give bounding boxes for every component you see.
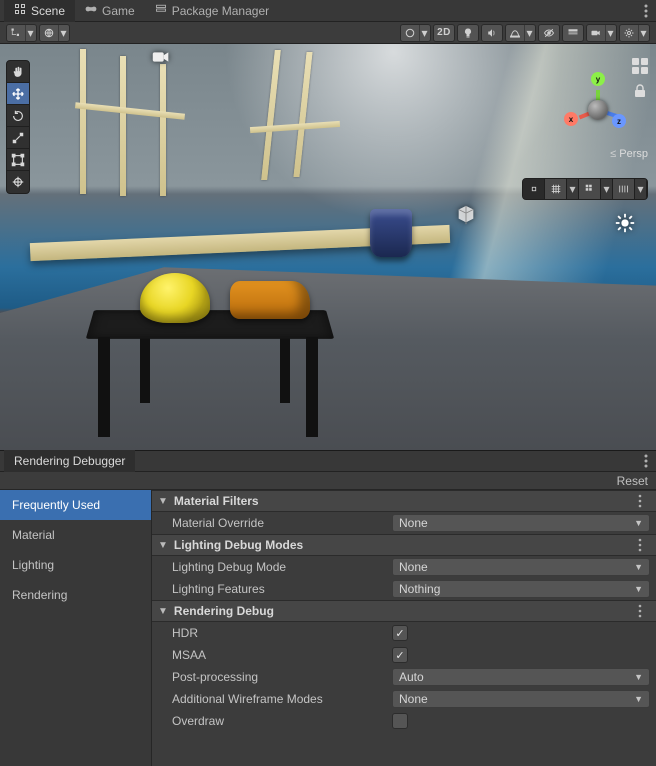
move-tool[interactable]: [7, 83, 29, 105]
2d-toggle[interactable]: 2D: [433, 24, 455, 42]
manipulator-toolbar: [6, 60, 30, 194]
snap-increment-dropdown[interactable]: ▾: [601, 179, 613, 199]
reflection-probe-icon[interactable]: [455, 204, 477, 226]
wireframe-dropdown[interactable]: None▼: [392, 690, 650, 708]
grid-visibility-button[interactable]: [523, 179, 545, 199]
reset-button[interactable]: Reset: [617, 474, 648, 488]
row-lighting-features: Lighting Features Nothing▼: [152, 578, 656, 600]
projection-label[interactable]: Persp: [610, 148, 648, 160]
section-material-menu[interactable]: [630, 494, 650, 508]
row-hdr: HDR ✓: [152, 622, 656, 644]
stud: [80, 49, 86, 194]
row-overdraw: Overdraw: [152, 710, 656, 732]
category-material[interactable]: Material: [0, 520, 151, 550]
hand-tool[interactable]: [7, 61, 29, 83]
transform-tool[interactable]: [7, 171, 29, 193]
msaa-checkbox[interactable]: ✓: [392, 647, 408, 663]
tab-game-label: Game: [102, 4, 135, 18]
section-material-filters[interactable]: ▼ Material Filters: [152, 490, 656, 512]
gizmos-button[interactable]: ▾: [619, 24, 650, 42]
debugger-panel: ▼ Material Filters Material Override Non…: [152, 490, 656, 766]
visibility-toggle[interactable]: [538, 24, 560, 42]
scene-toolbar: ▾ ▾ ▾ 2D ▾: [0, 22, 656, 44]
axis-z[interactable]: z: [612, 114, 626, 128]
debugger-body: Frequently Used Material Lighting Render…: [0, 490, 656, 766]
top-tab-bar: Scene Game Package Manager: [0, 0, 656, 22]
camera-button[interactable]: ▾: [586, 24, 617, 42]
axis-x[interactable]: x: [564, 112, 578, 126]
snap-increment-button[interactable]: [579, 179, 601, 199]
debugger-toolbar: Reset: [0, 472, 656, 490]
rect-tool[interactable]: [7, 149, 29, 171]
light-gizmo-icon[interactable]: [614, 212, 636, 234]
row-postprocessing: Post-processing Auto▼: [152, 666, 656, 688]
fx-toggle[interactable]: ▾: [505, 24, 536, 42]
scene-viewport[interactable]: y x z Persp ▾ ▾ ▾: [0, 44, 656, 450]
snap-settings-dropdown[interactable]: ▾: [635, 179, 647, 199]
window-layout-icon[interactable]: [632, 58, 648, 74]
pivot-mode-button[interactable]: ▾: [6, 24, 37, 42]
tab-rendering-debugger[interactable]: Rendering Debugger: [4, 450, 135, 472]
row-material-override: Material Override None▼: [152, 512, 656, 534]
debugger-tabs-menu[interactable]: [636, 454, 656, 468]
lighting-mode-dropdown[interactable]: None▼: [392, 558, 650, 576]
paint-bucket: [370, 209, 412, 257]
section-rendering-debug[interactable]: ▼ Rendering Debug: [152, 600, 656, 622]
row-msaa: MSAA ✓: [152, 644, 656, 666]
top-tabs-menu[interactable]: [636, 4, 656, 18]
orientation-gizmo[interactable]: y x z Persp: [548, 50, 648, 180]
section-lighting-menu[interactable]: [630, 538, 650, 552]
category-rendering[interactable]: Rendering: [0, 580, 151, 610]
jigsaw: [230, 281, 310, 319]
scale-tool[interactable]: [7, 127, 29, 149]
snap-grid-dropdown[interactable]: ▾: [567, 179, 579, 199]
package-icon: [155, 3, 167, 18]
section-rendering-menu[interactable]: [630, 604, 650, 618]
snap-toolbar: ▾ ▾ ▾: [522, 178, 648, 200]
axis-y[interactable]: y: [591, 72, 605, 86]
tab-scene[interactable]: Scene: [4, 0, 75, 22]
tab-scene-label: Scene: [31, 4, 65, 18]
scene-icon: [14, 3, 26, 18]
camera-gizmo-icon[interactable]: [150, 46, 172, 68]
disclosure-triangle-icon: ▼: [158, 606, 168, 617]
material-override-dropdown[interactable]: None▼: [392, 514, 650, 532]
tab-game[interactable]: Game: [75, 0, 145, 22]
stud: [120, 56, 126, 196]
stud: [160, 64, 166, 196]
lighting-toggle[interactable]: [457, 24, 479, 42]
lighting-features-dropdown[interactable]: Nothing▼: [392, 580, 650, 598]
draw-mode-button[interactable]: ▾: [400, 24, 431, 42]
game-icon: [85, 3, 97, 18]
tab-package-label: Package Manager: [172, 4, 269, 18]
tab-package-manager[interactable]: Package Manager: [145, 0, 279, 22]
row-lighting-mode: Lighting Debug Mode None▼: [152, 556, 656, 578]
snap-settings-button[interactable]: [613, 179, 635, 199]
lock-icon[interactable]: [634, 84, 646, 101]
debugger-categories: Frequently Used Material Lighting Render…: [0, 490, 152, 766]
snap-grid-button[interactable]: [545, 179, 567, 199]
debugger-tab-bar: Rendering Debugger: [0, 450, 656, 472]
layers-button[interactable]: [562, 24, 584, 42]
section-lighting-modes[interactable]: ▼ Lighting Debug Modes: [152, 534, 656, 556]
category-frequently-used[interactable]: Frequently Used: [0, 490, 151, 520]
postprocessing-dropdown[interactable]: Auto▼: [392, 668, 650, 686]
rotate-tool[interactable]: [7, 105, 29, 127]
work-table: [90, 299, 330, 450]
audio-toggle[interactable]: [481, 24, 503, 42]
row-wireframe: Additional Wireframe Modes None▼: [152, 688, 656, 710]
hdr-checkbox[interactable]: ✓: [392, 625, 408, 641]
disclosure-triangle-icon: ▼: [158, 540, 168, 551]
overdraw-checkbox[interactable]: [392, 713, 408, 729]
category-lighting[interactable]: Lighting: [0, 550, 151, 580]
disclosure-triangle-icon: ▼: [158, 496, 168, 507]
orientation-mode-button[interactable]: ▾: [39, 24, 70, 42]
